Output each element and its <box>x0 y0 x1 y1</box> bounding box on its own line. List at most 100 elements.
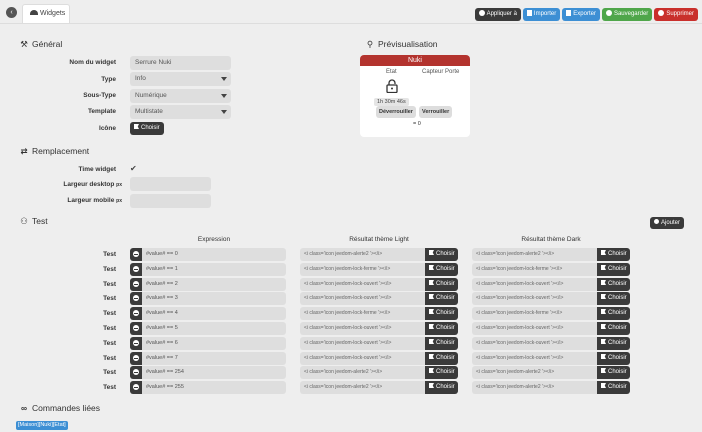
save-label: Sauvegarder <box>613 11 649 17</box>
choose-light-icon-button[interactable]: Choisir <box>425 248 458 261</box>
remove-test-button[interactable] <box>130 278 142 291</box>
remove-test-button[interactable] <box>130 263 142 276</box>
lock-button[interactable]: Verrouiller <box>419 106 453 118</box>
export-button[interactable]: Exporter <box>562 8 600 21</box>
time-widget-checkbox[interactable]: ✔ <box>130 164 137 173</box>
import-button[interactable]: Importer <box>522 8 561 21</box>
choose-dark-icon-button[interactable]: Choisir <box>597 278 630 291</box>
test-dark-result-input[interactable]: <i class='icon jeedom-lock-ouvert '></i> <box>472 292 597 305</box>
choose-light-icon-button[interactable]: Choisir <box>425 322 458 335</box>
test-expression-input[interactable]: #value# == 1 <box>142 263 286 276</box>
remove-test-button[interactable] <box>130 307 142 320</box>
remove-test-button[interactable] <box>130 352 142 365</box>
choose-light-icon-button[interactable]: Choisir <box>425 337 458 350</box>
desktop-width-input[interactable] <box>130 177 211 191</box>
test-dark-result-input[interactable]: <i class='icon jeedom-alerte2 '></i> <box>472 366 597 379</box>
test-light-result-input[interactable]: <i class='icon jeedom-alerte2 '></i> <box>300 366 425 379</box>
choose-dark-icon-button[interactable]: Choisir <box>597 292 630 305</box>
test-dark-result-input[interactable]: <i class='icon jeedom-lock-ouvert '></i> <box>472 352 597 365</box>
test-dark-result-input[interactable]: <i class='icon jeedom-alerte2 '></i> <box>472 248 597 261</box>
desktop-width-label: Largeur desktop px <box>30 181 122 188</box>
test-dark-result-input[interactable]: <i class='icon jeedom-lock-ouvert '></i> <box>472 322 597 335</box>
choose-light-icon-button[interactable]: Choisir <box>425 307 458 320</box>
linked-command-badge[interactable]: [Maison][Nuki][Etat] <box>16 421 68 430</box>
choose-light-icon-button[interactable]: Choisir <box>425 292 458 305</box>
add-test-label: Ajouter <box>661 220 681 226</box>
type-select[interactable]: Info <box>130 72 231 86</box>
choose-light-icon-button[interactable]: Choisir <box>425 263 458 276</box>
flag-icon <box>429 339 434 344</box>
test-expression-input[interactable]: #value# == 255 <box>142 381 286 394</box>
choose-dark-icon-button[interactable]: Choisir <box>597 263 630 276</box>
remove-test-button[interactable] <box>130 322 142 335</box>
choose-dark-icon-button[interactable]: Choisir <box>597 307 630 320</box>
flag-icon <box>601 383 606 388</box>
subtype-select[interactable]: Numérique <box>130 89 231 103</box>
choose-label: Choisir <box>436 384 455 390</box>
choose-icon-button[interactable]: Choisir <box>130 122 164 135</box>
test-light-result-input[interactable]: <i class='icon jeedom-lock-ouvert '></i> <box>300 337 425 350</box>
test-row-label: Test <box>103 266 116 273</box>
mobile-width-input[interactable] <box>130 194 211 208</box>
test-expression-input[interactable]: #value# == 2 <box>142 278 286 291</box>
test-light-result-input[interactable]: <i class='icon jeedom-lock-ferme '></i> <box>300 307 425 320</box>
choose-light-icon-button[interactable]: Choisir <box>425 366 458 379</box>
test-expression-input[interactable]: #value# == 6 <box>142 337 286 350</box>
flag-icon <box>601 294 606 299</box>
choose-dark-icon-button[interactable]: Choisir <box>597 381 630 394</box>
remove-test-button[interactable] <box>130 248 142 261</box>
save-button[interactable]: Sauvegarder <box>601 8 653 21</box>
test-light-result-input[interactable]: <i class='icon jeedom-lock-ferme '></i> <box>300 263 425 276</box>
search-icon: ⚲ <box>366 39 374 49</box>
type-value: Info <box>135 75 146 82</box>
test-expression-input[interactable]: #value# == 5 <box>142 322 286 335</box>
test-expression-input[interactable]: #value# == 0 <box>142 248 286 261</box>
choose-light-icon-button[interactable]: Choisir <box>425 381 458 394</box>
test-light-result-input[interactable]: <i class='icon jeedom-lock-ouvert '></i> <box>300 278 425 291</box>
choose-dark-icon-button[interactable]: Choisir <box>597 322 630 335</box>
flag-icon <box>134 124 139 129</box>
tab-widgets[interactable]: Widgets <box>22 4 70 24</box>
test-light-result-input[interactable]: <i class='icon jeedom-lock-ouvert '></i> <box>300 352 425 365</box>
choose-light-icon-button[interactable]: Choisir <box>425 352 458 365</box>
test-expression-input[interactable]: #value# == 4 <box>142 307 286 320</box>
test-light-result-input[interactable]: <i class='icon jeedom-alerte2 '></i> <box>300 381 425 394</box>
test-expression-input[interactable]: #value# == 3 <box>142 292 286 305</box>
remove-test-button[interactable] <box>130 337 142 350</box>
unlock-button[interactable]: Déverrouiller <box>376 106 416 118</box>
test-dark-result-input[interactable]: <i class='icon jeedom-lock-ouvert '></i> <box>472 278 597 291</box>
choose-label: Choisir <box>436 295 455 301</box>
back-icon[interactable]: ‹ <box>6 7 17 18</box>
template-value: Multistate <box>135 108 163 115</box>
delete-button[interactable]: Supprimer <box>654 8 698 21</box>
delete-label: Supprimer <box>666 11 694 17</box>
test-light-result-input[interactable]: <i class='icon jeedom-alerte2 '></i> <box>300 248 425 261</box>
test-light-result-input[interactable]: <i class='icon jeedom-lock-ouvert '></i> <box>300 322 425 335</box>
flag-icon <box>429 265 434 270</box>
choose-light-icon-button[interactable]: Choisir <box>425 278 458 291</box>
test-dark-result-input[interactable]: <i class='icon jeedom-alerte2 '></i> <box>472 381 597 394</box>
test-expression-input[interactable]: #value# == 7 <box>142 352 286 365</box>
test-dark-result-input[interactable]: <i class='icon jeedom-lock-ferme '></i> <box>472 307 597 320</box>
choose-dark-icon-button[interactable]: Choisir <box>597 352 630 365</box>
test-row-label: Test <box>103 325 116 332</box>
choose-dark-icon-button[interactable]: Choisir <box>597 366 630 379</box>
test-light-result-input[interactable]: <i class='icon jeedom-lock-ouvert '></i> <box>300 292 425 305</box>
remove-test-button[interactable] <box>130 381 142 394</box>
apply-button[interactable]: Appliquer à <box>474 8 521 21</box>
choose-dark-icon-button[interactable]: Choisir <box>597 337 630 350</box>
template-select[interactable]: Multistate <box>130 105 231 119</box>
name-input[interactable]: Serrure Nuki <box>130 56 231 70</box>
add-test-button[interactable]: Ajouter <box>650 217 685 229</box>
test-row-label: Test <box>103 251 116 258</box>
test-expression-input[interactable]: #value# == 254 <box>142 366 286 379</box>
choose-dark-icon-button[interactable]: Choisir <box>597 248 630 261</box>
remove-test-button[interactable] <box>130 366 142 379</box>
flag-icon <box>601 339 606 344</box>
test-dark-result-input[interactable]: <i class='icon jeedom-lock-ferme '></i> <box>472 263 597 276</box>
name-label: Nom du widget <box>69 59 116 66</box>
test-dark-result-input[interactable]: <i class='icon jeedom-lock-ouvert '></i> <box>472 337 597 350</box>
remove-test-button[interactable] <box>130 292 142 305</box>
choose-label: Choisir <box>436 266 455 272</box>
choose-label: Choisir <box>608 251 627 257</box>
